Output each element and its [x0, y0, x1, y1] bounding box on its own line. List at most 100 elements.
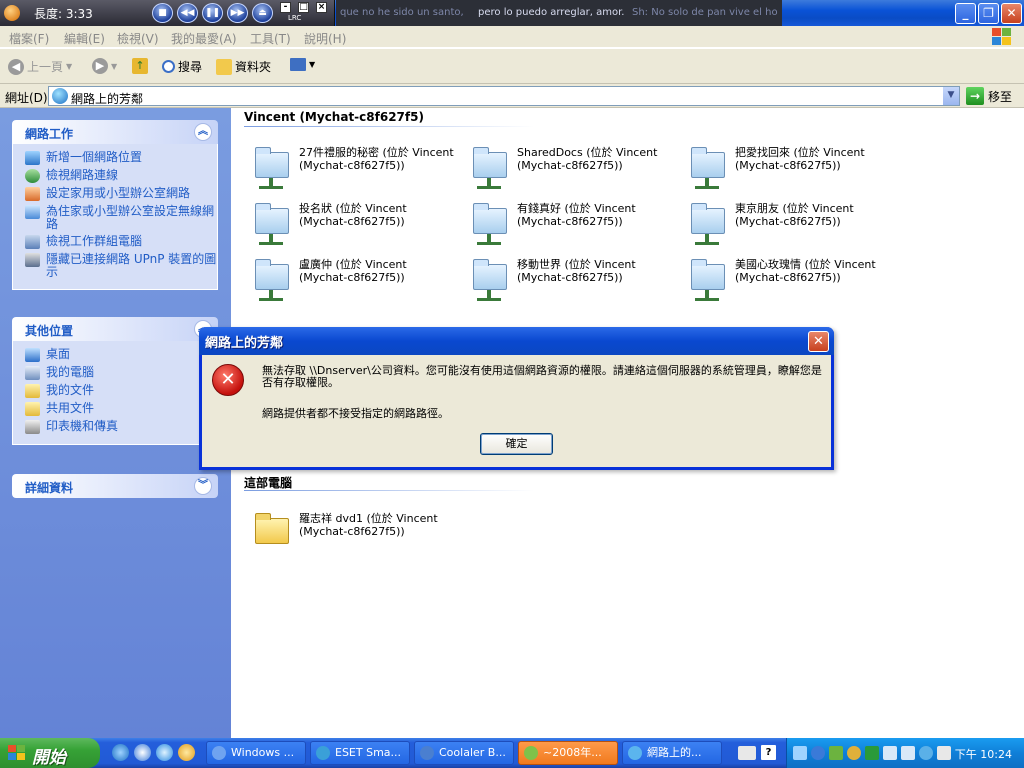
forward-dropdown-icon[interactable]: ▼ [111, 62, 117, 71]
up-folder-button[interactable]: ↑ [132, 58, 148, 74]
place-my-documents[interactable]: 我的文件 [25, 384, 217, 398]
forward-button[interactable]: ▶ ▼ [92, 58, 117, 74]
quicklaunch-show-desktop-icon[interactable] [178, 744, 195, 761]
tray-app-icon[interactable] [919, 746, 933, 760]
taskbar-clock[interactable]: 下午 10:24 [955, 746, 1012, 762]
share-item[interactable]: 東京朋友 (位於 Vincent (Mychat-c8f627f5)) [687, 198, 897, 248]
tray-network-icon[interactable] [883, 746, 897, 760]
task-view-workgroup[interactable]: 檢視工作群組電腦 [25, 235, 217, 249]
tray-volume-icon[interactable] [937, 746, 951, 760]
place-shared-documents[interactable]: 共用文件 [25, 402, 217, 416]
taskbar-button-label: ~2008年... [543, 746, 602, 759]
address-field[interactable]: 網路上的芳鄰 ▼ [48, 86, 960, 106]
task-add-network-place[interactable]: 新增一個網路位置 [25, 151, 217, 165]
network-tasks-header[interactable]: 網路工作 ︽ [12, 120, 218, 144]
start-button[interactable]: 開始 [0, 738, 100, 768]
back-label: 上一頁 [27, 60, 64, 74]
dialog-title-bar[interactable]: 網路上的芳鄰 ✕ [199, 327, 834, 355]
share-item[interactable]: SharedDocs (位於 Vincent (Mychat-c8f627f5)) [469, 142, 679, 192]
help-icon[interactable]: ? [761, 745, 776, 760]
task-view-connections[interactable]: 檢視網路連線 [25, 169, 217, 183]
taskbar-button-2008[interactable]: ~2008年... [518, 741, 618, 765]
local-share-item[interactable]: 羅志祥 dvd1 (位於 Vincent (Mychat-c8f627f5)) [251, 508, 461, 558]
tray-app-icon[interactable] [829, 746, 843, 760]
dialog-close-button[interactable]: ✕ [808, 331, 829, 352]
minimize-button[interactable]: _ [955, 3, 976, 24]
start-label: 開始 [32, 748, 66, 768]
quicklaunch-ie-icon[interactable] [112, 744, 129, 761]
home-network-icon [25, 187, 40, 201]
expand-chevron-icon[interactable]: ︾ [194, 477, 212, 495]
folders-button[interactable]: 資料夾 [216, 58, 271, 75]
details-header[interactable]: 詳細資料 ︾ [12, 474, 218, 498]
player-minimize-icon[interactable]: - [280, 2, 291, 13]
player-logo-icon[interactable] [4, 5, 20, 21]
task-setup-wireless[interactable]: 為住家或小型辦公室設定無線網路 [25, 205, 217, 231]
keyboard-language-icon[interactable] [738, 746, 756, 760]
other-places-header[interactable]: 其他位置 ︽ [12, 317, 218, 341]
network-places-icon [628, 746, 642, 760]
tray-app-icon[interactable] [865, 746, 879, 760]
folder-icon [251, 508, 293, 556]
folder-icon [216, 58, 232, 75]
back-dropdown-icon[interactable]: ▼ [66, 62, 72, 71]
address-value: 網路上的芳鄰 [71, 92, 144, 106]
close-button[interactable]: ✕ [1001, 3, 1022, 24]
lyric-line-2: pero lo puedo arreglar, amor. [478, 7, 625, 18]
details-panel: 詳細資料 ︾ [12, 474, 218, 498]
menu-file[interactable]: 檔案(F) [9, 30, 49, 47]
taskbar-button-windows[interactable]: Windows ... [206, 741, 306, 765]
fast-forward-icon[interactable]: ▶▶ [227, 3, 248, 23]
share-item[interactable]: 27件禮服的秘密 (位於 Vincent (Mychat-c8f627f5)) [251, 142, 461, 192]
menu-help[interactable]: 說明(H) [304, 30, 346, 47]
address-dropdown-icon[interactable]: ▼ [942, 87, 959, 105]
task-setup-home-network[interactable]: 設定家用或小型辦公室網路 [25, 187, 217, 201]
taskbar-button-coolaler[interactable]: Coolaler B... [414, 741, 514, 765]
taskbar-button-eset[interactable]: ESET Sma... [310, 741, 410, 765]
place-label: 印表機和傳真 [46, 419, 119, 433]
menu-view[interactable]: 檢視(V) [117, 30, 159, 47]
task-label: 隱藏已連接網路 UPnP 裝置的圖示 [46, 252, 217, 279]
place-my-computer[interactable]: 我的電腦 [25, 366, 217, 380]
collapse-chevron-icon[interactable]: ︽ [194, 123, 212, 141]
network-tasks-title: 網路工作 [25, 127, 74, 141]
quicklaunch-messenger-icon[interactable] [134, 744, 151, 761]
player-close-icon[interactable]: × [316, 2, 327, 13]
player-restore-icon[interactable]: □ [298, 2, 309, 13]
views-dropdown-icon[interactable]: ▼ [309, 60, 315, 69]
views-button[interactable]: ▼ [290, 58, 315, 71]
tray-app-icon[interactable] [847, 746, 861, 760]
share-item[interactable]: 盧廣仲 (位於 Vincent (Mychat-c8f627f5)) [251, 254, 461, 304]
maximize-button[interactable]: ❐ [978, 3, 999, 24]
share-item[interactable]: 把愛找回來 (位於 Vincent (Mychat-c8f627f5)) [687, 142, 897, 192]
menu-favorites[interactable]: 我的最愛(A) [171, 30, 237, 47]
menu-edit[interactable]: 編輯(E) [64, 30, 105, 47]
ok-button[interactable]: 確定 [480, 433, 553, 455]
pause-icon[interactable]: ❚❚ [202, 3, 223, 23]
stop-icon[interactable]: ■ [152, 3, 173, 23]
place-desktop[interactable]: 桌面 [25, 348, 217, 362]
search-button[interactable]: 搜尋 [162, 58, 202, 75]
network-connections-icon [25, 169, 40, 183]
tray-arrow-icon[interactable] [793, 746, 807, 760]
share-item[interactable]: 美國心玫瑰情 (位於 Vincent (Mychat-c8f627f5)) [687, 254, 897, 304]
rewind-icon[interactable]: ◀◀ [177, 3, 198, 23]
share-item[interactable]: 投名狀 (位於 Vincent (Mychat-c8f627f5)) [251, 198, 461, 248]
media-player-bar: 長度: 3:33 ■ ◀◀ ❚❚ ▶▶ ⏏ - □ × LRC [0, 0, 335, 26]
share-item[interactable]: 有錢真好 (位於 Vincent (Mychat-c8f627f5)) [469, 198, 679, 248]
tray-network-icon[interactable] [901, 746, 915, 760]
lrc-label[interactable]: LRC [288, 14, 301, 22]
go-button[interactable]: → 移至 [966, 87, 1012, 105]
quicklaunch-app-icon[interactable] [156, 744, 173, 761]
task-hide-upnp[interactable]: 隱藏已連接網路 UPnP 裝置的圖示 [25, 253, 217, 279]
windows-app-icon [212, 746, 226, 760]
place-printers[interactable]: 印表機和傳真 [25, 420, 217, 434]
tray-messenger-icon[interactable] [811, 746, 825, 760]
taskbar-button-network[interactable]: 網路上的... [622, 741, 722, 765]
menu-tools[interactable]: 工具(T) [250, 30, 291, 47]
back-button[interactable]: ◀ 上一頁 ▼ [8, 58, 72, 75]
share-host: (Mychat-c8f627f5)) [299, 215, 405, 228]
up-folder-icon: ↑ [132, 58, 148, 74]
eject-icon[interactable]: ⏏ [252, 3, 273, 23]
share-item[interactable]: 移動世界 (位於 Vincent (Mychat-c8f627f5)) [469, 254, 679, 304]
